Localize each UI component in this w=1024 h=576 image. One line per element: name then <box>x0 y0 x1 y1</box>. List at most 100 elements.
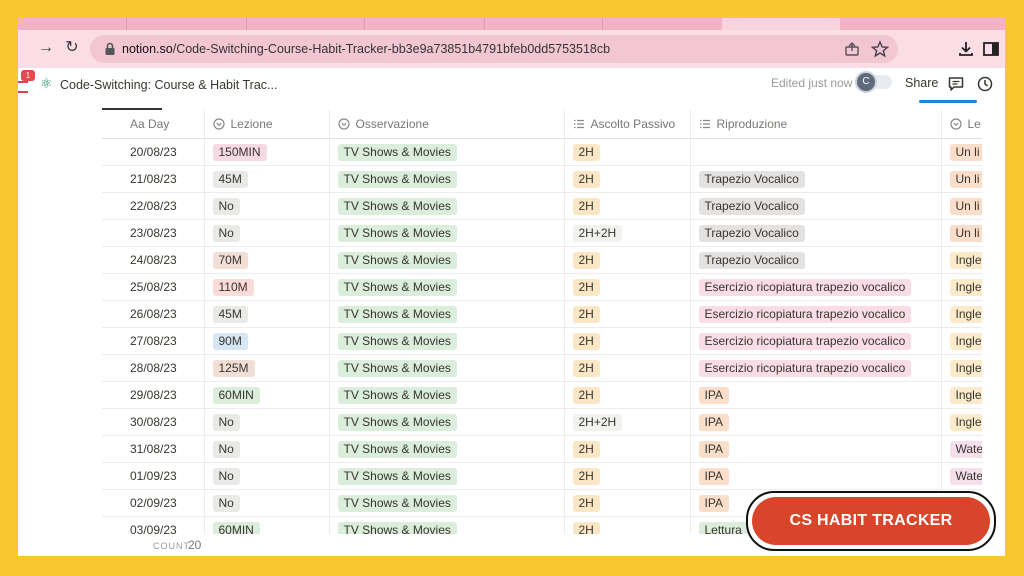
riproduzione-cell[interactable]: Esercizio ricopiatura trapezio vocalico <box>690 327 942 355</box>
osservazione-cell[interactable]: TV Shows & Movies <box>329 435 565 463</box>
sidebar-panel-icon[interactable] <box>981 39 1001 59</box>
table-row[interactable]: 01/09/23 No TV Shows & Movies 2H IPA Wate <box>102 462 982 490</box>
tab-strip[interactable] <box>18 18 1005 30</box>
lezione-cell[interactable]: No <box>204 462 330 490</box>
download-icon[interactable] <box>956 39 976 59</box>
history-clock-icon[interactable] <box>976 75 994 93</box>
browser-tab[interactable] <box>484 18 603 30</box>
column-header-le[interactable]: Le <box>941 110 982 139</box>
osservazione-cell[interactable]: TV Shows & Movies <box>329 462 565 490</box>
table-row[interactable]: 28/08/23 125M TV Shows & Movies 2H Esercizio… <box>102 354 982 382</box>
ascolto-passivo-cell[interactable]: 2H <box>564 516 691 534</box>
page-title[interactable]: Code-Switching: Course & Habit Trac... <box>60 68 277 102</box>
lezione-cell[interactable]: 150MIN <box>204 138 330 166</box>
table-row[interactable]: 30/08/23 No TV Shows & Movies 2H+2H IPA Ingle <box>102 408 982 436</box>
lezione-cell[interactable]: 60MIN <box>204 516 330 534</box>
riproduzione-cell[interactable]: IPA <box>690 462 942 490</box>
lezione-cell[interactable]: 90M <box>204 327 330 355</box>
riproduzione-cell[interactable]: Trapezio Vocalico <box>690 165 942 193</box>
forward-icon[interactable]: → <box>34 36 58 60</box>
ascolto-passivo-cell[interactable]: 2H+2H <box>564 219 691 247</box>
ascolto-passivo-cell[interactable]: 2H <box>564 462 691 490</box>
riproduzione-cell[interactable]: IPA <box>690 435 942 463</box>
share-button[interactable]: Share <box>905 68 938 99</box>
osservazione-cell[interactable]: TV Shows & Movies <box>329 327 565 355</box>
le-cell[interactable]: Ingle <box>941 354 982 382</box>
ascolto-passivo-cell[interactable]: 2H <box>564 273 691 301</box>
osservazione-cell[interactable]: TV Shows & Movies <box>329 138 565 166</box>
riproduzione-cell[interactable] <box>690 138 942 166</box>
ascolto-passivo-cell[interactable]: 2H <box>564 138 691 166</box>
lezione-cell[interactable]: No <box>204 192 330 220</box>
browser-tab-active[interactable] <box>722 18 840 30</box>
day-cell[interactable]: 01/09/23 <box>102 462 205 490</box>
ascolto-passivo-cell[interactable]: 2H <box>564 246 691 274</box>
ascolto-passivo-cell[interactable]: 2H <box>564 192 691 220</box>
le-cell[interactable]: Wate <box>941 435 982 463</box>
le-cell[interactable]: Ingle <box>941 300 982 328</box>
ascolto-passivo-cell[interactable]: 2H <box>564 489 691 517</box>
table-row[interactable]: 24/08/23 70M TV Shows & Movies 2H Trapezio V… <box>102 246 982 274</box>
riproduzione-cell[interactable]: IPA <box>690 408 942 436</box>
share-page-icon[interactable] <box>842 39 862 59</box>
day-cell[interactable]: 21/08/23 <box>102 165 205 193</box>
day-cell[interactable]: 31/08/23 <box>102 435 205 463</box>
table-row[interactable]: 31/08/23 No TV Shows & Movies 2H IPA Wate <box>102 435 982 463</box>
lezione-cell[interactable]: 70M <box>204 246 330 274</box>
lezione-cell[interactable]: 125M <box>204 354 330 382</box>
day-cell[interactable]: 28/08/23 <box>102 354 205 382</box>
osservazione-cell[interactable]: TV Shows & Movies <box>329 300 565 328</box>
day-cell[interactable]: 03/09/23 <box>102 516 205 534</box>
lezione-cell[interactable]: 45M <box>204 165 330 193</box>
osservazione-cell[interactable]: TV Shows & Movies <box>329 354 565 382</box>
osservazione-cell[interactable]: TV Shows & Movies <box>329 516 565 534</box>
le-cell[interactable]: Ingle <box>941 327 982 355</box>
lezione-cell[interactable]: 45M <box>204 300 330 328</box>
column-header-osservazione[interactable]: Osservazione <box>329 110 565 139</box>
lezione-cell[interactable]: No <box>204 489 330 517</box>
le-cell[interactable]: Ingle <box>941 408 982 436</box>
ascolto-passivo-cell[interactable]: 2H <box>564 165 691 193</box>
osservazione-cell[interactable]: TV Shows & Movies <box>329 246 565 274</box>
ascolto-passivo-cell[interactable]: 2H+2H <box>564 408 691 436</box>
day-cell[interactable]: 20/08/23 <box>102 138 205 166</box>
osservazione-cell[interactable]: TV Shows & Movies <box>329 408 565 436</box>
day-cell[interactable]: 22/08/23 <box>102 192 205 220</box>
ascolto-passivo-cell[interactable]: 2H <box>564 435 691 463</box>
le-cell[interactable]: Ingle <box>941 246 982 274</box>
browser-tab[interactable] <box>126 18 247 30</box>
table-row[interactable]: 29/08/23 60MIN TV Shows & Movies 2H IPA Ingle <box>102 381 982 409</box>
le-cell[interactable]: Un li <box>941 165 982 193</box>
riproduzione-cell[interactable]: Esercizio ricopiatura trapezio vocalico <box>690 273 942 301</box>
day-cell[interactable]: 30/08/23 <box>102 408 205 436</box>
le-cell[interactable]: Un li <box>941 219 982 247</box>
osservazione-cell[interactable]: TV Shows & Movies <box>329 192 565 220</box>
le-cell[interactable]: Un li <box>941 138 982 166</box>
osservazione-cell[interactable]: TV Shows & Movies <box>329 219 565 247</box>
riproduzione-cell[interactable]: IPA <box>690 381 942 409</box>
table-row[interactable]: 25/08/23 110M TV Shows & Movies 2H Esercizio… <box>102 273 982 301</box>
comment-icon[interactable] <box>947 75 965 93</box>
le-cell[interactable]: Wate <box>941 462 982 490</box>
riproduzione-cell[interactable]: Trapezio Vocalico <box>690 192 942 220</box>
ascolto-passivo-cell[interactable]: 2H <box>564 354 691 382</box>
ascolto-passivo-cell[interactable]: 2H <box>564 381 691 409</box>
url-bar[interactable]: notion.so/Code-Switching-Course-Habit-Tr… <box>90 35 898 63</box>
riproduzione-cell[interactable]: Trapezio Vocalico <box>690 219 942 247</box>
browser-tab[interactable] <box>602 18 723 30</box>
osservazione-cell[interactable]: TV Shows & Movies <box>329 381 565 409</box>
browser-tab[interactable] <box>246 18 365 30</box>
riproduzione-cell[interactable]: Esercizio ricopiatura trapezio vocalico <box>690 354 942 382</box>
lezione-cell[interactable]: 110M <box>204 273 330 301</box>
ascolto-passivo-cell[interactable]: 2H <box>564 300 691 328</box>
ascolto-passivo-cell[interactable]: 2H <box>564 327 691 355</box>
osservazione-cell[interactable]: TV Shows & Movies <box>329 489 565 517</box>
table-row[interactable]: 27/08/23 90M TV Shows & Movies 2H Esercizio … <box>102 327 982 355</box>
column-header-lezione[interactable]: Lezione <box>204 110 330 139</box>
table-row[interactable]: 22/08/23 No TV Shows & Movies 2H Trapezio Vo… <box>102 192 982 220</box>
lezione-cell[interactable]: No <box>204 408 330 436</box>
osservazione-cell[interactable]: TV Shows & Movies <box>329 165 565 193</box>
day-cell[interactable]: 25/08/23 <box>102 273 205 301</box>
lezione-cell[interactable]: No <box>204 435 330 463</box>
le-cell[interactable]: Ingle <box>941 273 982 301</box>
